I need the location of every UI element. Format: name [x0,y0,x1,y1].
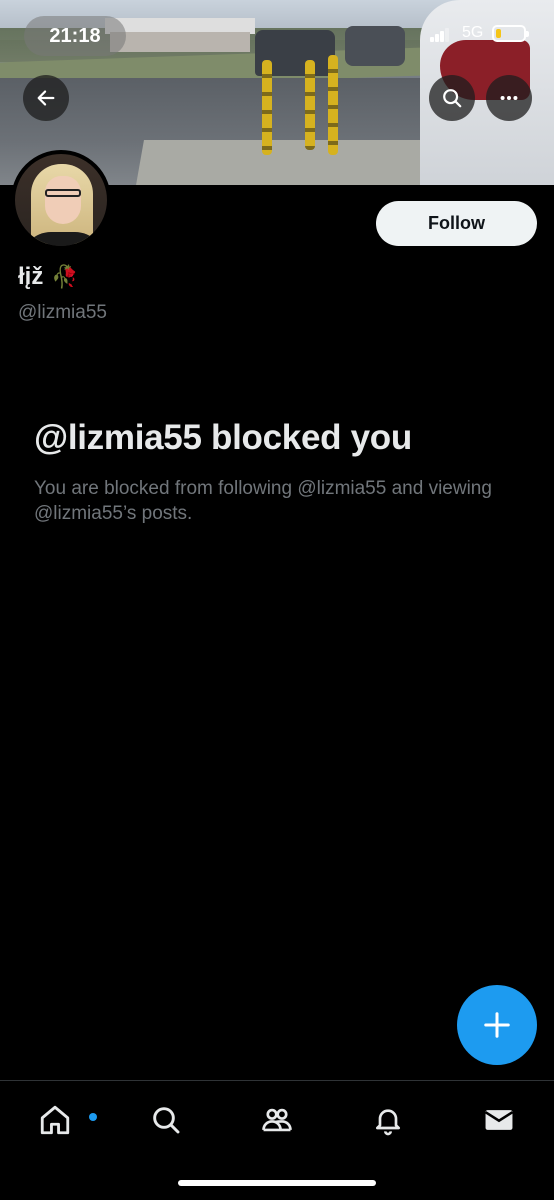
profile-handle: @lizmia55 [18,302,107,323]
status-bar: 21:18 5G [0,0,554,70]
banner-post [305,60,315,150]
blocked-title: @lizmia55 blocked you [34,418,412,457]
search-icon [153,1107,180,1134]
compose-fab[interactable] [457,985,537,1065]
notification-dot [89,1113,97,1121]
signal-icon [430,28,450,42]
blocked-description: You are blocked from following @lizmia55… [34,478,492,524]
wilted-rose-emoji: 🥀 [51,264,79,289]
banner-post [328,55,338,155]
network-type: 5G [462,24,484,41]
banner-curb [136,140,444,185]
profile-screen: 21:18 5G Follow łįž 🥀 @lizmia55 @lizmia5… [0,0,554,1200]
tab-notifications[interactable] [360,1097,416,1143]
back-button[interactable] [23,75,69,121]
search-icon [443,89,462,108]
arrow-left-icon [37,90,55,106]
battery-fill [496,29,501,38]
tab-communities[interactable] [249,1097,305,1143]
battery-icon [492,25,529,42]
bell-icon [376,1109,400,1136]
status-time: 21:18 [24,16,126,56]
communities-icon [262,1108,292,1132]
mail-icon [484,1110,514,1130]
follow-button[interactable]: Follow [376,201,537,246]
more-horizontal-icon [500,95,518,101]
more-button[interactable] [486,75,532,121]
home-icon [40,1105,70,1135]
tab-search[interactable] [138,1097,194,1143]
tab-home[interactable] [27,1097,97,1143]
display-name-text: łįž [18,263,44,290]
home-indicator[interactable] [178,1180,376,1186]
tab-messages[interactable] [471,1097,527,1143]
avatar[interactable] [11,150,111,250]
profile-display-name: łįž 🥀 [18,263,79,291]
search-button[interactable] [429,75,475,121]
banner-post [262,60,272,155]
plus-icon [484,1012,510,1038]
